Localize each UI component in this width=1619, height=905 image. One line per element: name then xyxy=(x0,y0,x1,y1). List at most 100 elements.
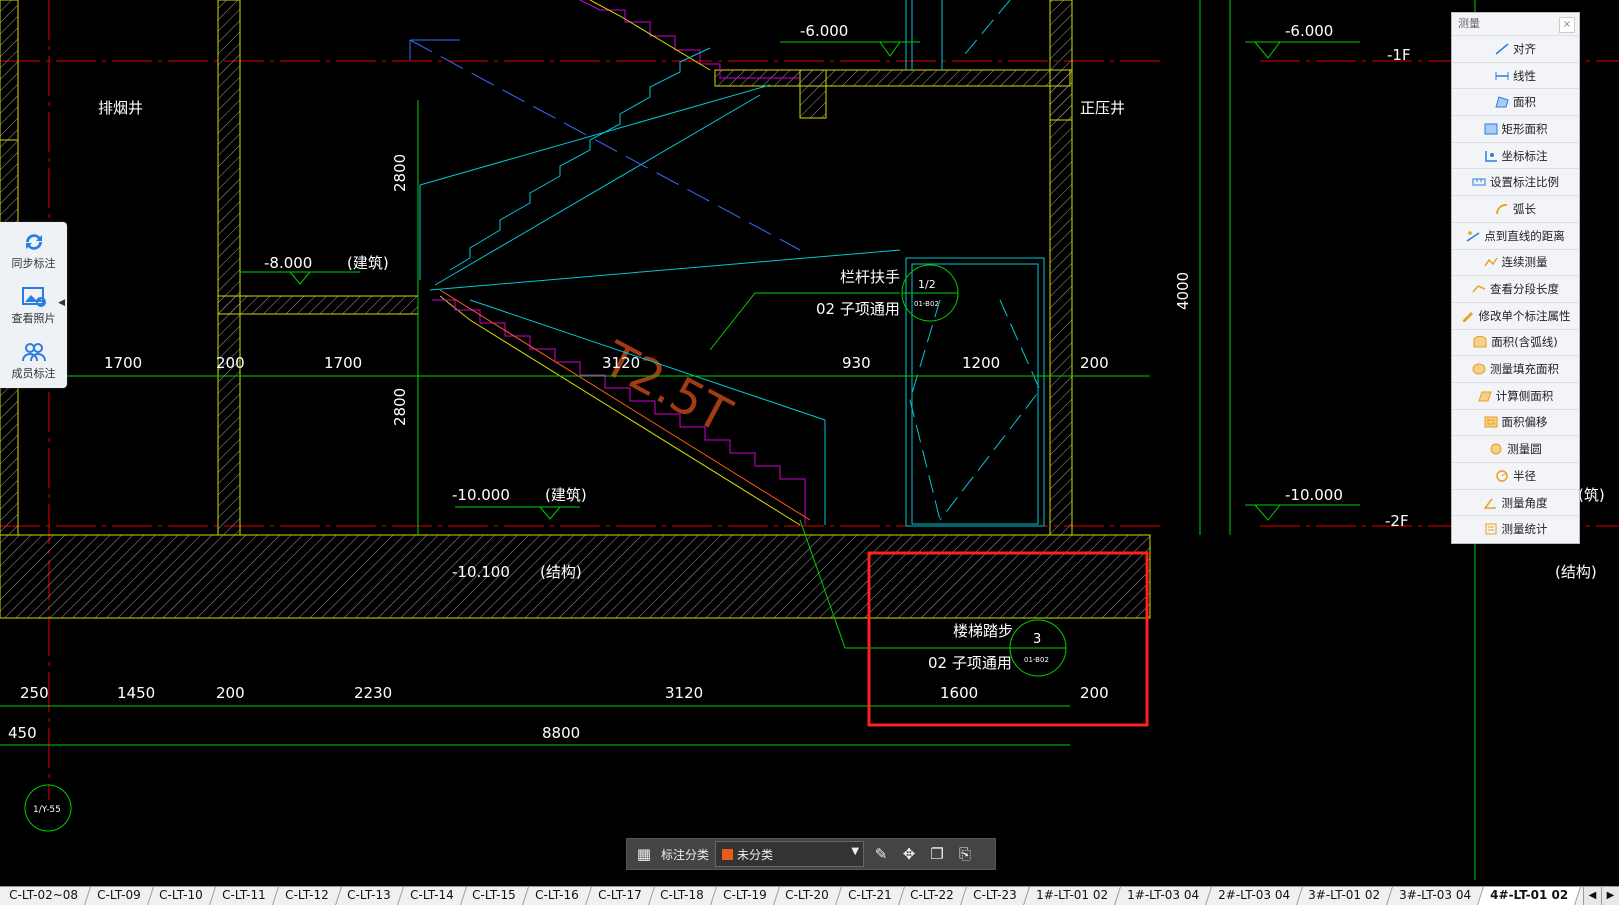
dim-bottom-7: 200 xyxy=(1080,684,1109,702)
angle-icon xyxy=(1483,498,1496,509)
tool-linear[interactable]: 线性 xyxy=(1452,61,1579,89)
floor-label-1f: -1F xyxy=(1387,46,1411,64)
tool-side-area[interactable]: 计算侧面积 xyxy=(1452,381,1579,409)
tool-segment-length[interactable]: 查看分段长度 xyxy=(1452,275,1579,302)
close-icon[interactable]: × xyxy=(1559,17,1575,33)
tool-label: 计算侧面积 xyxy=(1495,388,1554,403)
tab-prev-icon[interactable]: ◀ xyxy=(1583,887,1601,905)
tool-statistics[interactable]: 测量统计 xyxy=(1452,515,1579,542)
sheet-tab[interactable]: C-LT-13 xyxy=(335,887,404,905)
arc-icon xyxy=(1496,204,1508,215)
dim-mid-5: 930 xyxy=(842,354,871,372)
sheet-tab[interactable]: C-LT-23 xyxy=(961,887,1030,905)
sheet-tab[interactable]: C-LT-12 xyxy=(272,887,342,905)
photo-icon xyxy=(21,286,46,307)
fill-area-icon xyxy=(1472,363,1486,375)
dim-mid-2: 200 xyxy=(216,354,245,372)
tool-rect-area[interactable]: 矩形面积 xyxy=(1452,115,1579,142)
move-icon[interactable]: ✥ xyxy=(898,843,920,865)
room-label-pressure-shaft: 正压井 xyxy=(1080,99,1125,117)
dim-bottom-4: 2230 xyxy=(354,684,392,702)
tool-label: 面积(含弧线) xyxy=(1491,335,1558,350)
tool-measure-circle[interactable]: 测量圆 xyxy=(1452,435,1579,462)
sheet-tab[interactable]: C-LT-16 xyxy=(523,887,592,905)
structural-level: -10.100 xyxy=(452,563,510,581)
member-annotation-button[interactable]: 成员标注 xyxy=(0,332,67,387)
align-measure-icon xyxy=(1495,43,1509,55)
side-area-icon xyxy=(1478,391,1492,402)
continuous-icon xyxy=(1483,257,1498,267)
sheet-tab[interactable]: 1#-LT-03 04 xyxy=(1114,887,1212,905)
circle-icon xyxy=(1490,443,1502,455)
sheet-tab[interactable]: C-LT-11 xyxy=(210,887,279,905)
tool-align[interactable]: 对齐 xyxy=(1452,35,1579,62)
linear-measure-icon xyxy=(1495,71,1509,80)
paste-icon[interactable]: ⎘ xyxy=(954,843,976,865)
cad-drawing-canvas[interactable]: T2.5T -6.000 -6.000 -1F -8.000 (建筑) -10.… xyxy=(0,0,1619,880)
sheet-tab[interactable]: C-LT-15 xyxy=(460,887,529,905)
callout-tread-ref-top: 3 xyxy=(1033,632,1041,647)
statistics-icon xyxy=(1485,523,1496,535)
rect-area-icon xyxy=(1484,123,1497,135)
svg-text:T2.5T: T2.5T xyxy=(593,331,740,445)
sheet-tab-active[interactable]: 4#-LT-01 02 xyxy=(1478,887,1582,905)
sheet-tab[interactable]: C-LT-18 xyxy=(648,887,717,905)
point-line-icon xyxy=(1466,230,1480,242)
tool-area-offset[interactable]: 面积偏移 xyxy=(1452,408,1579,436)
edit-annotation-icon xyxy=(1462,311,1473,322)
sheet-tab[interactable]: C-LT-22 xyxy=(898,887,967,905)
sheet-tab[interactable]: C-LT-19 xyxy=(710,887,780,905)
sheet-tab[interactable]: C-LT-02~08 xyxy=(0,887,91,905)
tool-label: 弧长 xyxy=(1513,201,1536,216)
collapse-arrow-icon[interactable]: ◀ xyxy=(58,298,65,308)
sheet-tab[interactable]: 1#-LT-01 02 xyxy=(1023,887,1121,905)
tool-edit-annotation[interactable]: 修改单个标注属性 xyxy=(1452,301,1579,329)
copy-icon[interactable]: ❐ xyxy=(926,843,948,865)
tool-area[interactable]: 面积 xyxy=(1452,88,1579,115)
sheet-tab[interactable]: C-LT-09 xyxy=(84,887,154,905)
tool-coordinate[interactable]: 坐标标注 xyxy=(1452,141,1579,169)
tool-fill-area[interactable]: 测量填充面积 xyxy=(1452,355,1579,382)
sheet-tab[interactable]: 2#-LT-03 04 xyxy=(1205,887,1303,905)
sheet-tab-bar: C-LT-02~08 C-LT-09 C-LT-10 C-LT-11 C-LT-… xyxy=(0,886,1619,905)
dim-bottom-6: 1600 xyxy=(940,684,978,702)
tool-label: 测量圆 xyxy=(1507,442,1542,457)
tool-label: 坐标标注 xyxy=(1501,148,1548,163)
sheet-tab[interactable]: C-LT-10 xyxy=(147,887,216,905)
tool-label: 修改单个标注属性 xyxy=(1478,308,1571,323)
tool-label: 测量角度 xyxy=(1501,495,1548,510)
sheet-tab[interactable]: C-LT-14 xyxy=(397,887,467,905)
sheet-tab[interactable]: 3#-LT-01 02 xyxy=(1296,887,1394,905)
members-icon xyxy=(21,342,46,361)
tool-continuous[interactable]: 连续测量 xyxy=(1452,248,1579,276)
annotation-category-select[interactable]: 未分类 ▼ xyxy=(715,841,865,867)
sheet-tab[interactable]: C-LT-17 xyxy=(585,887,655,905)
callout-tread-ref-bottom: 01-B02 xyxy=(1024,656,1049,664)
tool-label: 线性 xyxy=(1513,68,1536,83)
sync-icon xyxy=(25,233,42,250)
view-photo-button[interactable]: 查看照片 xyxy=(0,277,67,332)
tab-next-icon[interactable]: ▶ xyxy=(1601,887,1619,905)
tool-point-to-line[interactable]: 点到直线的距离 xyxy=(1452,221,1579,249)
vertical-dim-2: 2800 xyxy=(391,388,409,426)
tool-arc-length[interactable]: 弧长 xyxy=(1452,195,1579,222)
tool-label: 面积 xyxy=(1513,95,1536,110)
dim-mid-7: 200 xyxy=(1080,354,1109,372)
dim-total-1: 450 xyxy=(8,724,37,742)
sheet-tab[interactable]: 3#-LT-03 04 xyxy=(1387,887,1485,905)
callout-rail-line2: 02 子项通用 xyxy=(816,300,900,318)
coordinate-icon xyxy=(1484,150,1497,162)
tool-radius[interactable]: 半径 xyxy=(1452,462,1579,489)
dim-bottom-5: 3120 xyxy=(665,684,703,702)
tool-set-scale[interactable]: 设置标注比例 xyxy=(1452,168,1579,195)
grid-view-icon[interactable]: ▦ xyxy=(633,843,655,865)
sync-annotation-label: 同步标注 xyxy=(11,256,56,270)
tool-angle[interactable]: 测量角度 xyxy=(1452,488,1579,516)
edit-icon[interactable]: ✎ xyxy=(870,843,892,865)
sheet-tab[interactable]: C-LT-21 xyxy=(835,887,905,905)
tool-arc-area[interactable]: 面积(含弧线) xyxy=(1452,328,1579,356)
tool-label: 矩形面积 xyxy=(1501,121,1548,136)
sheet-tab[interactable]: C-LT-20 xyxy=(773,887,842,905)
sync-annotation-button[interactable]: 同步标注 xyxy=(0,222,67,277)
tool-label: 点到直线的距离 xyxy=(1484,228,1565,243)
